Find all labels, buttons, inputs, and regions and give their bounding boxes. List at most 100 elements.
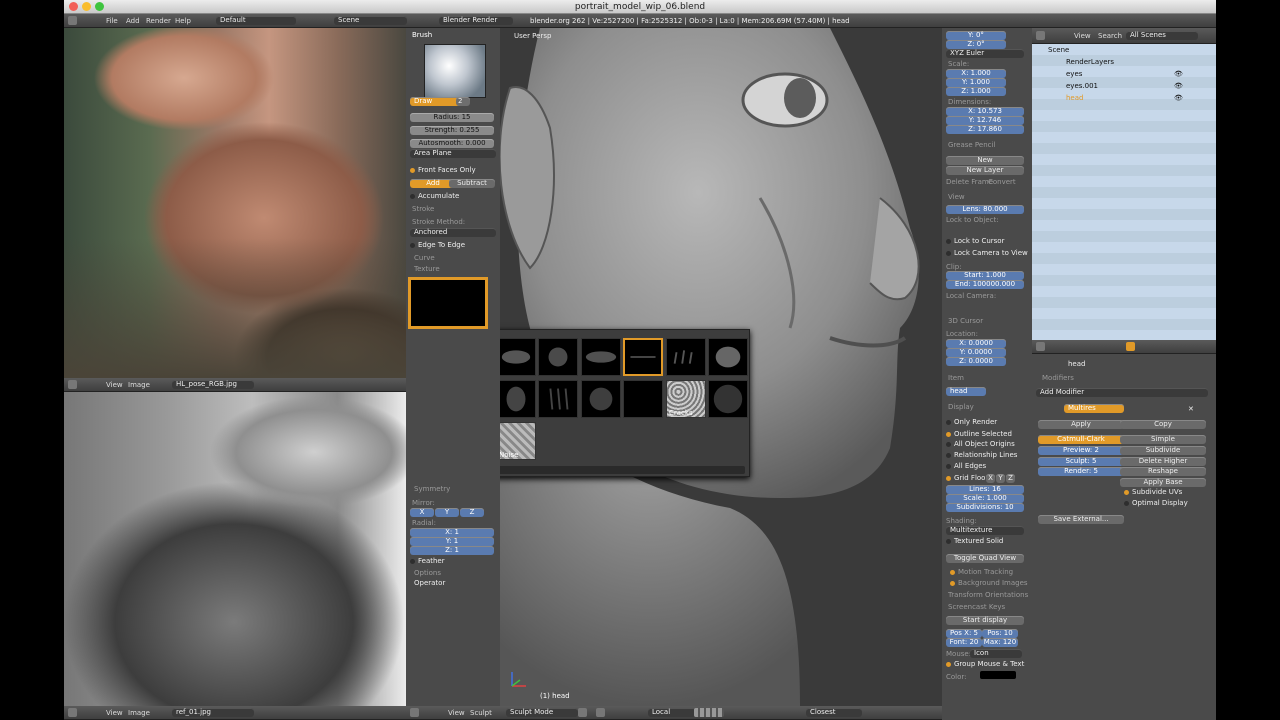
menu-sculpt[interactable]: Sculpt — [470, 709, 492, 717]
dimension-x-field[interactable]: X: 10.573 — [946, 107, 1024, 116]
texture-thumb-7[interactable] — [666, 338, 706, 376]
close-window-button[interactable] — [69, 2, 78, 11]
shading-solid-icon[interactable] — [578, 708, 587, 717]
outliner-filter-select[interactable]: All Scenes — [1126, 31, 1198, 40]
start-display-button[interactable]: Start display — [946, 616, 1024, 625]
screencast-max-field[interactable]: Max: 120 — [982, 638, 1018, 647]
add-modifier-select[interactable]: Add Modifier — [1036, 388, 1208, 397]
symmetry-panel-header[interactable]: Symmetry — [414, 485, 450, 493]
screencast-keys-header[interactable]: Screencast Keys — [948, 603, 1005, 611]
grid-scale-field[interactable]: Scale: 1.000 — [946, 494, 1024, 503]
outliner-item-head[interactable]: head — [1066, 94, 1083, 102]
grid-x-toggle[interactable]: X — [986, 474, 995, 483]
active-texture-slot[interactable] — [408, 277, 488, 329]
outliner-item-renderlayers[interactable]: RenderLayers — [1066, 58, 1114, 66]
menu-render[interactable]: Render — [146, 17, 171, 25]
menu-view[interactable]: View — [106, 381, 123, 389]
mirror-z-toggle[interactable]: Z — [460, 508, 484, 517]
radius-slider[interactable]: Radius: 15 — [410, 113, 494, 122]
background-images-header[interactable]: Background Images — [958, 579, 1028, 587]
sculpt-levels-field[interactable]: Sculpt: 5 — [1038, 457, 1124, 466]
image-editor-icon[interactable] — [68, 708, 77, 717]
preview-levels-field[interactable]: Preview: 2 — [1038, 446, 1124, 455]
item-panel-header[interactable]: Item — [948, 374, 964, 382]
textured-solid-checkbox[interactable] — [946, 539, 951, 544]
strength-slider[interactable]: Strength: 0.255 — [410, 126, 494, 135]
rotation-z-field[interactable]: Z: 0° — [946, 40, 1006, 49]
screen-layout-field[interactable]: Default — [216, 16, 296, 25]
sculpt-plane-select[interactable]: Area Plane — [410, 149, 496, 158]
cursor-x-field[interactable]: X: 0.0000 — [946, 339, 1006, 348]
motion-tracking-header[interactable]: Motion Tracking — [958, 568, 1013, 576]
image-file-field[interactable]: ref_01.jpg — [172, 708, 254, 717]
edge-to-edge-checkbox[interactable] — [410, 243, 415, 248]
options-panel-header[interactable]: Options — [414, 569, 441, 577]
menu-add[interactable]: Add — [126, 17, 140, 25]
remove-modifier-icon[interactable]: ✕ — [1188, 405, 1194, 413]
brush-name-field[interactable]: Draw — [410, 97, 462, 106]
modifier-tab-wrench-icon[interactable] — [1126, 342, 1135, 351]
delete-higher-button[interactable]: Delete Higher — [1120, 457, 1206, 466]
grid-floor-checkbox[interactable] — [946, 476, 951, 481]
brush-users-count[interactable]: 2 — [456, 97, 470, 106]
properties-icon[interactable] — [1036, 342, 1045, 351]
texture-panel-header[interactable]: Texture — [414, 265, 440, 273]
screencast-pos-y-field[interactable]: Pos: 10 — [982, 629, 1018, 638]
texture-thumb-13[interactable] — [581, 380, 621, 418]
transform-orientation-select[interactable]: Local — [648, 708, 696, 717]
grid-y-toggle[interactable]: Y — [996, 474, 1005, 483]
texture-thumb-11[interactable] — [500, 380, 536, 418]
outline-selected-checkbox[interactable] — [946, 432, 951, 437]
stroke-panel-header[interactable]: Stroke — [412, 205, 434, 213]
clip-end-field[interactable]: End: 100000.000 — [946, 280, 1024, 289]
new-layer-button[interactable]: New Layer — [946, 166, 1024, 175]
simple-toggle[interactable]: Simple — [1120, 435, 1206, 444]
mirror-y-toggle[interactable]: Y — [435, 508, 459, 517]
stroke-method-select[interactable]: Anchored — [410, 228, 496, 237]
image-file-field[interactable]: HL_pose_RGB.jpg — [172, 380, 254, 389]
menu-search[interactable]: Search — [1098, 32, 1122, 40]
motion-tracking-checkbox[interactable] — [950, 570, 955, 575]
mode-select[interactable]: Sculpt Mode — [506, 708, 578, 717]
menu-view[interactable]: View — [106, 709, 123, 717]
background-images-checkbox[interactable] — [950, 581, 955, 586]
texture-thumb-5[interactable] — [581, 338, 621, 376]
scene-field[interactable]: Scene — [334, 16, 407, 25]
toggle-quad-view-button[interactable]: Toggle Quad View — [946, 554, 1024, 563]
grid-lines-field[interactable]: Lines: 16 — [946, 485, 1024, 494]
all-origins-checkbox[interactable] — [946, 442, 951, 447]
grid-z-toggle[interactable]: Z — [1006, 474, 1015, 483]
dimension-z-field[interactable]: Z: 17.860 — [946, 125, 1024, 134]
lock-camera-checkbox[interactable] — [946, 251, 951, 256]
rotation-mode-select[interactable]: XYZ Euler — [946, 49, 1024, 58]
render-levels-field[interactable]: Render: 5 — [1038, 467, 1124, 476]
visibility-eye-icon[interactable]: 👁 — [1174, 82, 1183, 90]
viewport-3d[interactable]: User Persp (1) head Cracks Noise ⚲ — [500, 28, 942, 706]
radial-y-field[interactable]: Y: 1 — [410, 537, 494, 546]
outliner-item-eyes[interactable]: eyes — [1066, 70, 1082, 78]
new-grease-button[interactable]: New — [946, 156, 1024, 165]
texture-thumb-16[interactable] — [708, 380, 748, 418]
rotation-y-field[interactable]: Y: 0° — [946, 31, 1006, 40]
apply-base-button[interactable]: Apply Base — [1120, 478, 1206, 487]
screencast-pos-x-field[interactable]: Pos X: 5 — [946, 629, 982, 638]
view-panel-header[interactable]: View — [948, 193, 965, 201]
pivot-point-icon[interactable] — [596, 708, 605, 717]
texture-thumb-12[interactable] — [538, 380, 578, 418]
mouse-display-select[interactable]: Icon — [970, 649, 1022, 658]
modifier-name-field[interactable]: Multires — [1064, 404, 1124, 413]
save-external-button[interactable]: Save External... — [1038, 515, 1124, 524]
menu-image[interactable]: Image — [128, 709, 150, 717]
grid-subdivisions-field[interactable]: Subdivisions: 10 — [946, 503, 1024, 512]
subdivide-uvs-checkbox[interactable] — [1124, 490, 1129, 495]
visibility-eye-icon[interactable]: 👁 — [1174, 70, 1183, 78]
grease-pencil-header[interactable]: Grease Pencil — [948, 141, 995, 149]
delete-frame-label[interactable]: Delete Frame — [946, 178, 993, 186]
scale-y-field[interactable]: Y: 1.000 — [946, 78, 1006, 87]
menu-image[interactable]: Image — [128, 381, 150, 389]
operator-panel-header[interactable]: Operator — [414, 579, 445, 587]
brush-panel-header[interactable]: Brush — [412, 31, 432, 39]
outliner-item-scene[interactable]: Scene — [1048, 46, 1069, 54]
modifiers-panel-header[interactable]: Modifiers — [1042, 374, 1074, 382]
copy-button[interactable]: Copy — [1120, 420, 1206, 429]
